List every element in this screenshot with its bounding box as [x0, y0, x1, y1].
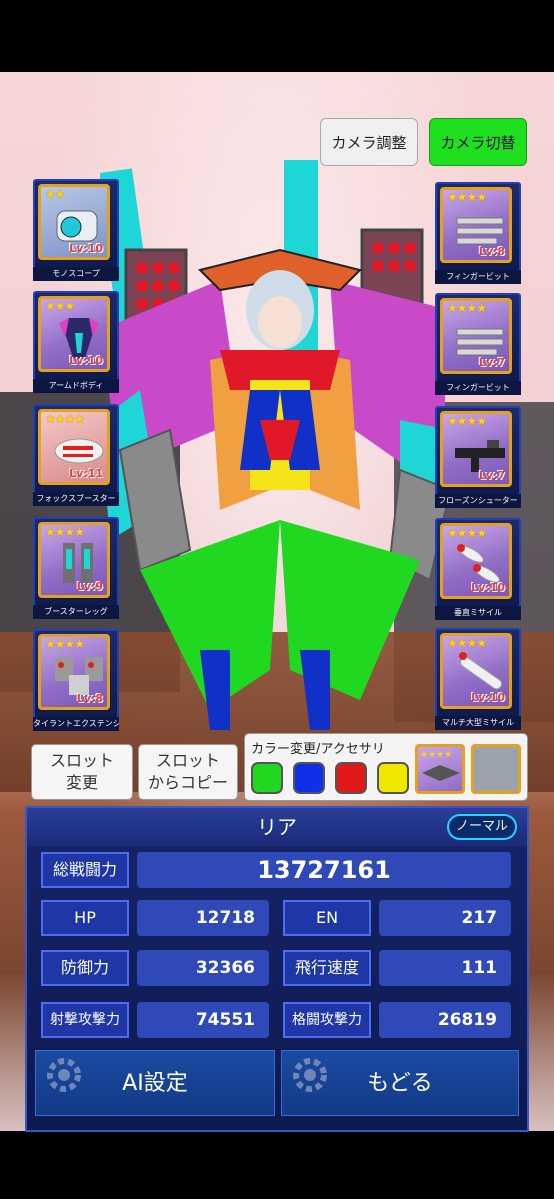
melee-attack-value: 26819 [379, 1002, 511, 1038]
color-swatch-green[interactable] [251, 762, 283, 794]
part-name: 垂直ミサイル [435, 606, 521, 620]
part-name: ブースターレッグ [33, 605, 119, 619]
part-slot-right-3[interactable]: ★★★★ Lv:7 フローズンシューター [435, 406, 521, 508]
camera-switch-button[interactable]: カメラ切替 [429, 118, 527, 166]
en-value: 217 [379, 900, 511, 936]
color-swatch-blue[interactable] [293, 762, 325, 794]
flight-speed-value: 111 [379, 950, 511, 986]
shooting-attack-label: 射撃攻撃力 [41, 1002, 129, 1038]
part-slot-right-4[interactable]: ★★★★ Lv:10 垂直ミサイル [435, 518, 521, 620]
part-name: フィンガービット [435, 381, 521, 395]
total-power-label: 総戦闘力 [41, 852, 129, 888]
part-name: タイラントエクステンションⅡ [33, 717, 119, 731]
rarity-stars: ★★★★ [45, 525, 85, 539]
mode-badge[interactable]: ノーマル [447, 814, 517, 840]
accessory-slot[interactable]: ★★★★ [415, 744, 465, 794]
part-slot-right-1[interactable]: ★★★★ Lv:8 フィンガービット [435, 182, 521, 284]
level-label: Lv:11 [69, 467, 103, 480]
gear-icon [47, 1058, 81, 1092]
part-slot-left-2[interactable]: ★★★ Lv:10 アームドボディ [33, 291, 119, 393]
en-label: EN [283, 900, 371, 936]
rarity-stars: ★★★★ [447, 636, 487, 650]
rarity-stars: ★★★★ [447, 526, 487, 540]
level-label: Lv:8 [478, 245, 505, 258]
level-label: Lv:10 [471, 581, 505, 594]
total-power-value: 13727161 [137, 852, 511, 888]
svg-text:★★★★: ★★★★ [420, 750, 452, 760]
rarity-stars: ★★★★ [45, 412, 85, 426]
rarity-stars: ★★★★ [447, 414, 487, 428]
part-slot-right-5[interactable]: ★★★★ Lv:10 マルチ大型ミサイル [435, 628, 521, 730]
part-name: モノスコープ [33, 267, 119, 281]
status-panel: リア ノーマル 総戦闘力 13727161 HP 12718 EN 217 防御… [25, 806, 529, 1132]
hp-value: 12718 [137, 900, 269, 936]
gear-icon [293, 1058, 327, 1092]
camera-adjust-button[interactable]: カメラ調整 [320, 118, 418, 166]
rarity-stars: ★★★ [45, 299, 75, 313]
level-label: Lv:8 [76, 692, 103, 705]
ai-settings-label: AI設定 [122, 1071, 188, 1096]
level-label: Lv:10 [69, 242, 103, 255]
color-accessory-panel: カラー変更/アクセサリ ★★★★ [244, 733, 528, 801]
rarity-stars: ★★★★ [45, 637, 85, 651]
ai-settings-button[interactable]: AI設定 [35, 1050, 275, 1116]
slot-change-button[interactable]: スロット 変更 [31, 744, 133, 800]
rarity-stars: ★★ [45, 187, 65, 201]
part-slot-left-4[interactable]: ★★★★ Lv:9 ブースターレッグ [33, 517, 119, 619]
color-swatch-yellow[interactable] [377, 762, 409, 794]
flight-speed-label: 飛行速度 [283, 950, 371, 986]
part-slot-left-3[interactable]: ★★★★ Lv:11 フォックスブースター [33, 404, 119, 506]
part-name: マルチ大型ミサイル [435, 716, 521, 730]
defense-label: 防御力 [41, 950, 129, 986]
part-name: フローズンシューター [435, 494, 521, 508]
accessory-icon: ★★★★ [420, 750, 460, 781]
level-label: Lv:7 [478, 469, 505, 482]
melee-attack-label: 格闘攻撃力 [283, 1002, 371, 1038]
defense-value: 32366 [137, 950, 269, 986]
hp-label: HP [41, 900, 129, 936]
button-label-line1: スロット [49, 751, 114, 770]
part-slot-right-2[interactable]: ★★★★ Lv:7 フィンガービット [435, 293, 521, 395]
color-swatch-red[interactable] [335, 762, 367, 794]
level-label: Lv:10 [471, 691, 505, 704]
robot-character[interactable] [100, 90, 460, 730]
color-panel-title: カラー変更/アクセサリ [251, 742, 385, 757]
level-label: Lv:9 [76, 580, 103, 593]
part-name: フィンガービット [435, 270, 521, 284]
part-name: アームドボディ [33, 379, 119, 393]
button-label-line2: 変更 [65, 773, 98, 792]
shooting-attack-value: 74551 [137, 1002, 269, 1038]
level-label: Lv:10 [69, 354, 103, 367]
character-name: リア [257, 815, 297, 839]
button-label-line2: からコピー [147, 773, 228, 792]
level-label: Lv:7 [478, 356, 505, 369]
rarity-stars: ★★★★ [447, 301, 487, 315]
accessory-slot-empty[interactable] [471, 744, 521, 794]
button-label-line1: スロット [155, 751, 220, 770]
rarity-stars: ★★★★ [447, 190, 487, 204]
part-slot-left-1[interactable]: ★★ Lv:10 モノスコープ [33, 179, 119, 281]
back-button[interactable]: もどる [281, 1050, 519, 1116]
slot-copy-button[interactable]: スロット からコピー [138, 744, 238, 800]
back-label: もどる [367, 1071, 433, 1096]
part-name: フォックスブースター [33, 492, 119, 506]
part-slot-left-5[interactable]: ★★★★ Lv:8 タイラントエクステンションⅡ [33, 629, 119, 731]
